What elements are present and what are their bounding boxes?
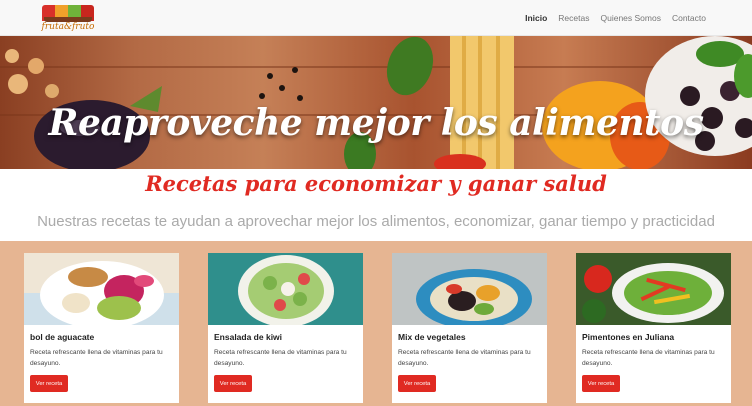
- nav-item-quienes-somos[interactable]: Quienes Somos: [600, 13, 660, 23]
- logo-text: fruta&fruto: [41, 22, 95, 32]
- recipe-card-1: bol de aguacate Receta refrescante llena…: [24, 253, 179, 403]
- recipe-image-vegetable-mix: [392, 253, 547, 325]
- recipe-card-3: Mix de vegetales Receta refrescante llen…: [392, 253, 547, 403]
- recipe-image-kiwi-salad: [208, 253, 363, 325]
- section-subtitle: Recetas para economizar y ganar salud: [145, 171, 607, 196]
- nav-item-inicio[interactable]: Inicio: [525, 13, 547, 23]
- recipe-title: Mix de vegetales: [398, 332, 466, 342]
- recipe-card-4: Pimentones en Juliana Receta refrescante…: [576, 253, 731, 403]
- view-recipe-button[interactable]: Ver receta: [398, 375, 436, 392]
- hero-banner: Reaproveche mejor los alimentos: [0, 36, 752, 169]
- hero-title: Reaproveche mejor los alimentos: [48, 102, 704, 144]
- recipe-description: Receta refrescante llena de vitaminas pa…: [214, 349, 347, 367]
- brand-logo[interactable]: fruta&fruto: [40, 2, 96, 34]
- view-recipe-button[interactable]: Ver receta: [30, 375, 68, 392]
- view-recipe-button[interactable]: Ver receta: [582, 375, 620, 392]
- nav-item-recetas[interactable]: Recetas: [558, 13, 589, 23]
- recipe-image-julienne-peppers: [576, 253, 731, 325]
- intro-section: Recetas para economizar y ganar salud Nu…: [0, 169, 752, 241]
- main-nav: Inicio Recetas Quienes Somos Contacto: [525, 0, 706, 36]
- recipe-title: Ensalada de kiwi: [214, 332, 283, 342]
- view-recipe-button[interactable]: Ver receta: [214, 375, 252, 392]
- recipe-description: Receta refrescante llena de vitaminas pa…: [30, 349, 163, 367]
- recipe-image-avocado-bowl: [24, 253, 179, 325]
- recipe-description: Receta refrescante llena de vitaminas pa…: [582, 349, 715, 367]
- recipe-title: bol de aguacate: [30, 332, 95, 342]
- nav-item-contacto[interactable]: Contacto: [672, 13, 706, 23]
- recipe-card-2: Ensalada de kiwi Receta refrescante llen…: [208, 253, 363, 403]
- recipe-title: Pimentones en Juliana: [582, 332, 675, 342]
- navbar: fruta&fruto Inicio Recetas Quienes Somos…: [0, 0, 752, 36]
- section-lead-text: Nuestras recetas te ayudan a aprovechar …: [37, 213, 715, 230]
- recipe-description: Receta refrescante llena de vitaminas pa…: [398, 349, 531, 367]
